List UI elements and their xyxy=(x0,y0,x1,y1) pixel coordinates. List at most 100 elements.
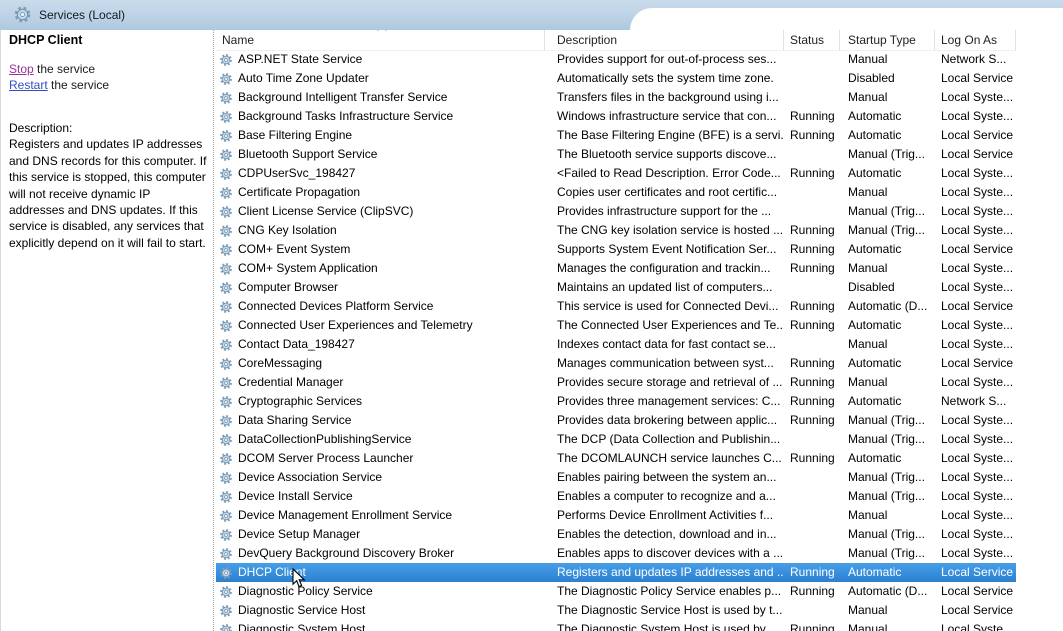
service-startup-type-cell: Automatic xyxy=(840,354,935,373)
column-header-name-label: Name xyxy=(222,33,254,47)
restart-service-line: Restart the service xyxy=(9,78,109,94)
service-startup-type-cell: Automatic xyxy=(840,449,935,468)
service-log-on-as-cell: Local Syste... xyxy=(935,449,1016,468)
table-row[interactable]: DCOM Server Process Launcher The DCOMLAUN… xyxy=(216,449,1016,468)
service-startup-type-cell: Automatic xyxy=(840,316,935,335)
service-description-cell: Enables pairing between the system an... xyxy=(545,468,784,487)
table-row[interactable]: CoreMessagingManages communication betwe… xyxy=(216,354,1016,373)
service-startup-type-cell: Manual xyxy=(840,620,935,631)
service-log-on-as-cell: Local Service xyxy=(935,297,1016,316)
table-row[interactable]: Computer BrowserMaintains an updated lis… xyxy=(216,278,1016,297)
service-name: CDPUserSvc_198427 xyxy=(238,164,355,183)
table-row[interactable]: COM+ System ApplicationManages the confi… xyxy=(216,259,1016,278)
table-row[interactable]: Connected User Experiences and Telemetry… xyxy=(216,316,1016,335)
service-description-cell: The DCOMLAUNCH service launches C... xyxy=(545,449,784,468)
service-description-cell: Performs Device Enrollment Activities f.… xyxy=(545,506,784,525)
service-description-cell: The Diagnostic Policy Service enables p.… xyxy=(545,582,784,601)
service-gear-icon xyxy=(219,414,233,428)
table-row[interactable]: Cryptographic ServicesProvides three man… xyxy=(216,392,1016,411)
service-description-cell: The Diagnostic System Host is used by ..… xyxy=(545,620,784,631)
services-icon xyxy=(13,5,32,24)
stop-service-link[interactable]: Stop xyxy=(9,62,34,76)
service-name-cell: Diagnostic Policy Service xyxy=(216,582,545,601)
service-name: Credential Manager xyxy=(238,373,343,392)
service-gear-icon xyxy=(219,338,233,352)
service-name-cell: Bluetooth Support Service xyxy=(216,145,545,164)
service-log-on-as-cell: Local Service xyxy=(935,563,1016,582)
column-header-log-on-as[interactable]: Log On As xyxy=(935,30,1016,50)
table-row[interactable]: Diagnostic Service HostThe Diagnostic Se… xyxy=(216,601,1016,620)
service-name: Diagnostic Policy Service xyxy=(238,582,373,601)
service-description-cell: Enables a computer to recognize and a... xyxy=(545,487,784,506)
table-row[interactable]: Auto Time Zone UpdaterAutomatically sets… xyxy=(216,69,1016,88)
service-name-cell: Base Filtering Engine xyxy=(216,126,545,145)
service-log-on-as-cell: Local Syste... xyxy=(935,183,1016,202)
table-row[interactable]: Contact Data_198427Indexes contact data … xyxy=(216,335,1016,354)
service-status-cell: Running xyxy=(784,126,840,145)
table-row[interactable]: COM+ Event SystemSupports System Event N… xyxy=(216,240,1016,259)
table-row[interactable]: Background Tasks Infrastructure ServiceW… xyxy=(216,107,1016,126)
services-rows: ASP.NET State ServiceProvides support fo… xyxy=(216,50,1016,631)
table-row[interactable]: ASP.NET State ServiceProvides support fo… xyxy=(216,50,1016,69)
table-row[interactable]: Credential ManagerProvides secure storag… xyxy=(216,373,1016,392)
table-row[interactable]: Data Sharing ServiceProvides data broker… xyxy=(216,411,1016,430)
service-name-cell: Contact Data_198427 xyxy=(216,335,545,354)
service-status-cell: Running xyxy=(784,240,840,259)
service-name-cell: CDPUserSvc_198427 xyxy=(216,164,545,183)
table-row[interactable]: Certificate PropagationCopies user certi… xyxy=(216,183,1016,202)
table-row[interactable]: Bluetooth Support ServiceThe Bluetooth s… xyxy=(216,145,1016,164)
table-row[interactable]: DHCP ClientRegisters and updates IP addr… xyxy=(216,563,1016,582)
table-row[interactable]: Device Association ServiceEnables pairin… xyxy=(216,468,1016,487)
table-row[interactable]: DataCollectionPublishingServiceThe DCP (… xyxy=(216,430,1016,449)
service-description-cell: Indexes contact data for fast contact se… xyxy=(545,335,784,354)
service-gear-icon xyxy=(219,471,233,485)
table-row[interactable]: Client License Service (ClipSVC)Provides… xyxy=(216,202,1016,221)
table-row[interactable]: CNG Key IsolationThe CNG key isolation s… xyxy=(216,221,1016,240)
column-header-name[interactable]: Name xyxy=(216,30,545,50)
table-row[interactable]: Device Install ServiceEnables a computer… xyxy=(216,487,1016,506)
service-status-cell xyxy=(784,525,840,544)
chevron-up-icon xyxy=(376,30,388,32)
table-row[interactable]: Diagnostic System HostThe Diagnostic Sys… xyxy=(216,620,1016,631)
service-name-cell: DevQuery Background Discovery Broker xyxy=(216,544,545,563)
table-row[interactable]: CDPUserSvc_198427<Failed to Read Descrip… xyxy=(216,164,1016,183)
pane-separator[interactable] xyxy=(213,30,214,631)
service-gear-icon xyxy=(219,433,233,447)
service-status-cell xyxy=(784,145,840,164)
service-description-cell: Transfers files in the background using … xyxy=(545,88,784,107)
column-header-status[interactable]: Status xyxy=(784,30,840,50)
table-row[interactable]: Diagnostic Policy Service The Diagnostic … xyxy=(216,582,1016,601)
service-startup-type-cell: Manual xyxy=(840,88,935,107)
table-row[interactable]: Base Filtering EngineThe Base Filtering … xyxy=(216,126,1016,145)
service-gear-icon xyxy=(219,604,233,618)
service-name-cell: Connected Devices Platform Service xyxy=(216,297,545,316)
table-row[interactable]: DevQuery Background Discovery BrokerEnab… xyxy=(216,544,1016,563)
service-description-cell: Provides infrastructure support for the … xyxy=(545,202,784,221)
table-row[interactable]: Device Management Enrollment ServicePerf… xyxy=(216,506,1016,525)
service-name: Device Setup Manager xyxy=(238,525,360,544)
service-log-on-as-cell: Local Syste... xyxy=(935,506,1016,525)
service-description-cell: The Base Filtering Engine (BFE) is a ser… xyxy=(545,126,784,145)
service-description-cell: Provides data brokering between applic..… xyxy=(545,411,784,430)
service-name: COM+ System Application xyxy=(238,259,378,278)
table-row[interactable]: Connected Devices Platform ServiceThis s… xyxy=(216,297,1016,316)
service-gear-icon xyxy=(219,300,233,314)
service-name-cell: Device Management Enrollment Service xyxy=(216,506,545,525)
service-name: DCOM Server Process Launcher xyxy=(238,449,413,468)
table-row[interactable]: Background Intelligent Transfer ServiceT… xyxy=(216,88,1016,107)
service-status-cell xyxy=(784,506,840,525)
service-startup-type-cell: Manual xyxy=(840,50,935,69)
service-description-cell: Registers and updates IP addresses and .… xyxy=(545,563,784,582)
service-description-cell: Maintains an updated list of computers..… xyxy=(545,278,784,297)
service-name-cell: Cryptographic Services xyxy=(216,392,545,411)
service-name-cell: COM+ Event System xyxy=(216,240,545,259)
service-status-cell xyxy=(784,202,840,221)
service-gear-icon xyxy=(219,357,233,371)
restart-service-link[interactable]: Restart xyxy=(9,78,48,92)
column-header-startup-type[interactable]: Startup Type xyxy=(840,30,935,50)
table-row[interactable]: Device Setup ManagerEnables the detectio… xyxy=(216,525,1016,544)
service-startup-type-cell: Manual xyxy=(840,183,935,202)
column-header-description[interactable]: Description xyxy=(545,30,784,50)
service-startup-type-cell: Manual (Trig... xyxy=(840,202,935,221)
service-name: Diagnostic Service Host xyxy=(238,601,365,620)
